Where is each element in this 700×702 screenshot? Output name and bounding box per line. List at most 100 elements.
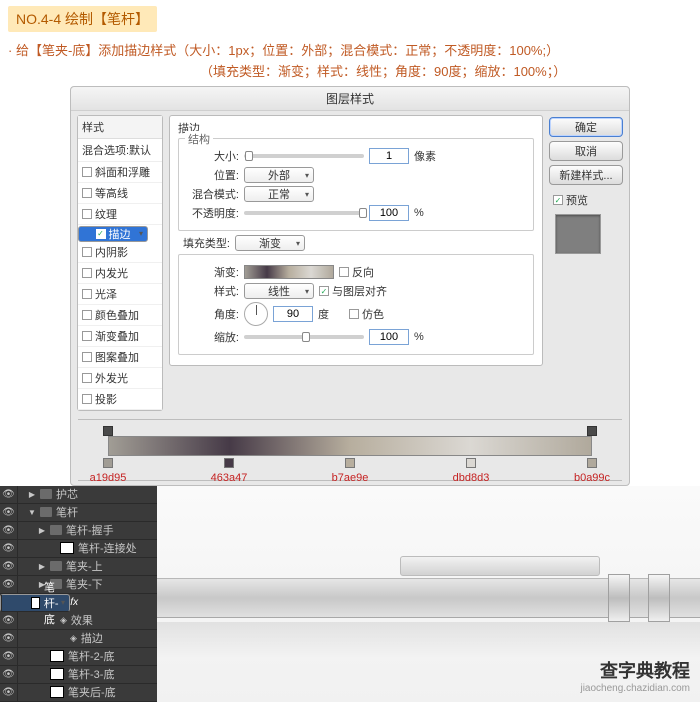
checkbox-icon[interactable] bbox=[82, 352, 92, 362]
style-item[interactable]: 内阴影 bbox=[78, 242, 162, 263]
layer-row[interactable]: 👁▶笔夹-上 bbox=[0, 558, 157, 576]
size-input[interactable] bbox=[369, 148, 409, 164]
style-item[interactable]: 内发光 bbox=[78, 263, 162, 284]
blend-options-default[interactable]: 混合选项:默认 bbox=[78, 139, 162, 162]
layer-row[interactable]: 👁 笔杆-2-底 bbox=[0, 648, 157, 666]
layer-row[interactable]: 👁笔杆-连接处 bbox=[0, 540, 157, 558]
checkbox-icon[interactable] bbox=[82, 268, 92, 278]
size-slider[interactable] bbox=[244, 154, 364, 158]
new-style-button[interactable]: 新建样式... bbox=[549, 165, 623, 185]
layer-row[interactable]: 👁▶护芯 bbox=[0, 486, 157, 504]
disclosure-icon[interactable]: ▶ bbox=[28, 490, 36, 499]
visibility-icon[interactable]: 👁 bbox=[0, 576, 18, 593]
visibility-icon[interactable]: 👁 bbox=[0, 648, 18, 665]
layer-row[interactable]: 👁▶笔夹-下 bbox=[0, 576, 157, 594]
reverse-checkbox[interactable] bbox=[339, 267, 349, 277]
style-item[interactable]: ✓描边 bbox=[78, 226, 148, 242]
layer-label: 笔杆 bbox=[56, 504, 78, 520]
desc-line-2: （填充类型：渐变；样式：线性；角度：90度；缩放：100%；） bbox=[0, 61, 700, 84]
color-stop[interactable] bbox=[224, 458, 234, 468]
visibility-icon[interactable]: 👁 bbox=[0, 486, 18, 503]
style-item[interactable]: 光泽 bbox=[78, 284, 162, 305]
angle-dial[interactable] bbox=[244, 302, 268, 326]
dither-checkbox[interactable] bbox=[349, 309, 359, 319]
style-item[interactable]: 投影 bbox=[78, 389, 162, 410]
scale-input[interactable] bbox=[369, 329, 409, 345]
blend-mode-select[interactable]: 正常 bbox=[244, 186, 314, 202]
stroke-panel: 描边 结构 大小: 像素 位置: 外部 混合模式: 正常 bbox=[169, 115, 543, 366]
ok-button[interactable]: 确定 bbox=[549, 117, 623, 137]
canvas-preview: 查字典教程 jiaocheng.chazidian.com bbox=[157, 486, 700, 702]
visibility-icon[interactable]: 👁 bbox=[0, 558, 18, 575]
style-item[interactable]: 外发光 bbox=[78, 368, 162, 389]
visibility-icon[interactable]: 👁 bbox=[0, 666, 18, 683]
disclosure-icon[interactable]: ▶ bbox=[38, 562, 46, 571]
size-unit: 像素 bbox=[414, 148, 436, 164]
cancel-button[interactable]: 取消 bbox=[549, 141, 623, 161]
scale-unit: % bbox=[414, 331, 424, 343]
layer-row[interactable]: 👁笔杆-底fx bbox=[0, 594, 70, 612]
opacity-label: 不透明度: bbox=[187, 205, 239, 221]
position-select[interactable]: 外部 bbox=[244, 167, 314, 183]
checkbox-icon[interactable] bbox=[82, 331, 92, 341]
opacity-stop[interactable] bbox=[103, 426, 113, 436]
layer-label: 笔夹-下 bbox=[66, 576, 103, 592]
color-stop[interactable] bbox=[587, 458, 597, 468]
style-item[interactable]: 等高线 bbox=[78, 183, 162, 204]
checkbox-icon[interactable] bbox=[82, 167, 92, 177]
opacity-input[interactable] bbox=[369, 205, 409, 221]
style-item[interactable]: 纹理 bbox=[78, 204, 162, 225]
effect-icon: ◈ bbox=[70, 633, 77, 644]
styles-header: 样式 bbox=[78, 116, 162, 139]
style-item[interactable]: 颜色叠加 bbox=[78, 305, 162, 326]
scale-label: 缩放: bbox=[187, 329, 239, 345]
checkbox-icon[interactable] bbox=[82, 373, 92, 383]
fill-type-select[interactable]: 渐变 bbox=[235, 235, 305, 251]
checkbox-icon[interactable] bbox=[82, 394, 92, 404]
opacity-stop[interactable] bbox=[587, 426, 597, 436]
style-item[interactable]: 图案叠加 bbox=[78, 347, 162, 368]
scale-slider[interactable] bbox=[244, 335, 364, 339]
visibility-icon[interactable]: 👁 bbox=[0, 504, 18, 521]
visibility-icon[interactable]: 👁 bbox=[0, 612, 18, 629]
color-stop[interactable] bbox=[466, 458, 476, 468]
preview-checkbox[interactable]: ✓ bbox=[553, 195, 563, 205]
checkbox-icon[interactable] bbox=[82, 188, 92, 198]
disclosure-icon[interactable]: ▶ bbox=[38, 526, 46, 535]
layer-label: 笔夹后-底 bbox=[68, 684, 116, 700]
layer-row[interactable]: 👁笔杆-3-底 bbox=[0, 666, 157, 684]
visibility-icon[interactable]: 👁 bbox=[0, 630, 18, 647]
layer-row[interactable]: 👁 笔夹后-底 bbox=[0, 684, 157, 702]
folder-icon bbox=[50, 525, 62, 535]
style-item[interactable]: 渐变叠加 bbox=[78, 326, 162, 347]
layer-row[interactable]: 👁 ▼ 笔杆 bbox=[0, 504, 157, 522]
disclosure-icon[interactable]: ▼ bbox=[28, 508, 36, 517]
checkbox-icon[interactable] bbox=[82, 289, 92, 299]
layer-label: 笔杆-2-底 bbox=[68, 648, 114, 664]
visibility-icon[interactable]: 👁 bbox=[0, 684, 18, 701]
gradient-swatch[interactable] bbox=[244, 265, 334, 279]
visibility-icon[interactable]: 👁 bbox=[0, 522, 18, 539]
style-label: 斜面和浮雕 bbox=[95, 164, 150, 180]
color-stop[interactable] bbox=[345, 458, 355, 468]
gradient-bar[interactable] bbox=[108, 436, 592, 456]
layer-row[interactable]: 👁◈效果 bbox=[0, 612, 157, 630]
layer-row[interactable]: 👁◈描边 bbox=[0, 630, 157, 648]
color-stop[interactable] bbox=[103, 458, 113, 468]
layer-row[interactable]: 👁▶笔杆-握手 bbox=[0, 522, 157, 540]
checkbox-icon[interactable]: ✓ bbox=[96, 229, 106, 239]
layer-thumb-icon bbox=[50, 668, 64, 680]
align-checkbox[interactable]: ✓ bbox=[319, 286, 329, 296]
folder-icon bbox=[40, 507, 52, 517]
checkbox-icon[interactable] bbox=[82, 247, 92, 257]
style-select[interactable]: 线性 bbox=[244, 283, 314, 299]
structure-label: 结构 bbox=[185, 131, 213, 147]
visibility-icon[interactable]: 👁 bbox=[0, 540, 18, 557]
checkbox-icon[interactable] bbox=[82, 310, 92, 320]
checkbox-icon[interactable] bbox=[82, 209, 92, 219]
opacity-slider[interactable] bbox=[244, 211, 364, 215]
angle-input[interactable] bbox=[273, 306, 313, 322]
style-item[interactable]: 斜面和浮雕 bbox=[78, 162, 162, 183]
gradient-label: 渐变: bbox=[187, 264, 239, 280]
fx-badge[interactable]: fx bbox=[70, 597, 78, 608]
